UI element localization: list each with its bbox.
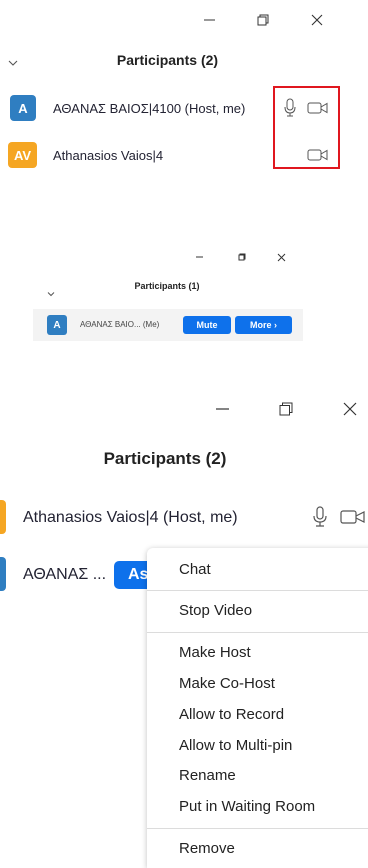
avatar [0, 500, 6, 534]
more-button[interactable]: More › [235, 316, 292, 334]
participant-name: ΑΘΑΝΑΣ ΒΑΙΟΣ|4100 (Host, me) [53, 101, 246, 116]
close-icon [277, 253, 285, 261]
participants-title: Participants (2) [116, 52, 219, 68]
close-button[interactable] [271, 247, 291, 267]
mic-icon[interactable] [312, 506, 328, 528]
menu-item-put-in-waiting-room[interactable]: Put in Waiting Room [179, 798, 315, 815]
highlight-box [273, 86, 340, 169]
close-button[interactable] [307, 10, 327, 30]
minimize-button[interactable] [200, 10, 220, 30]
participants-title: Participants (2) [103, 449, 227, 468]
restore-button[interactable] [253, 10, 273, 30]
participants-title: Participants (1) [134, 281, 200, 291]
menu-item-allow-to-record[interactable]: Allow to Record [179, 706, 284, 723]
video-icon[interactable] [340, 509, 366, 526]
restore-icon [238, 253, 246, 261]
restore-button[interactable] [232, 247, 252, 267]
minimize-icon [196, 256, 203, 258]
close-icon [343, 402, 357, 416]
close-icon [311, 14, 323, 26]
mute-button[interactable]: Mute [183, 316, 231, 334]
chevron-down-icon [47, 292, 55, 297]
avatar: AV [8, 142, 37, 168]
menu-item-allow-to-multi-pin[interactable]: Allow to Multi-pin [179, 737, 292, 754]
avatar [0, 557, 6, 591]
menu-item-make-host[interactable]: Make Host [179, 644, 251, 661]
minimize-icon [204, 19, 215, 21]
avatar: A [47, 315, 67, 335]
participant-name: Athanasios Vaios|4 (Host, me) [23, 509, 238, 526]
avatar: A [10, 95, 36, 121]
participant-name: ΑΘΑΝΑΣ ΒΑΙΟ... (Me) [80, 320, 160, 329]
menu-divider [147, 632, 368, 633]
participant-name: Athanasios Vaios|4 [53, 148, 164, 163]
participant-name: ΑΘΑΝΑΣ ... [23, 566, 107, 583]
menu-item-stop-video[interactable]: Stop Video [179, 602, 252, 619]
menu-divider [147, 590, 368, 591]
menu-item-remove[interactable]: Remove [179, 840, 235, 857]
minimize-button[interactable] [190, 247, 210, 267]
restore-button[interactable] [276, 399, 296, 419]
menu-item-make-co-host[interactable]: Make Co-Host [179, 675, 275, 692]
minimize-button[interactable] [213, 399, 233, 419]
restore-icon [257, 14, 269, 26]
close-button[interactable] [340, 399, 360, 419]
menu-item-chat[interactable]: Chat [179, 561, 211, 578]
minimize-icon [216, 408, 229, 410]
menu-item-rename[interactable]: Rename [179, 767, 236, 784]
menu-divider [147, 828, 368, 829]
restore-icon [279, 402, 293, 416]
